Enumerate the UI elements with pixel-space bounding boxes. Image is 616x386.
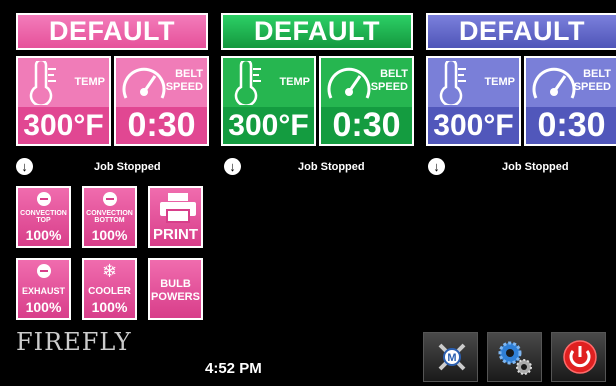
time-value: 0:30 (526, 106, 616, 144)
lane-3-title[interactable]: DEFAULT (426, 13, 616, 50)
belt-speed-label: BELT SPEED (573, 68, 611, 93)
firefly-logo: FIREFLY (16, 328, 132, 356)
cooler-value: 100% (91, 299, 128, 315)
lane-1-down-arrow-icon[interactable]: ↓ (16, 158, 33, 175)
lane-3-temp-tile[interactable]: TEMP 300°F (426, 56, 521, 146)
thermometer-icon (234, 61, 261, 105)
lane-1-temp-tile[interactable]: TEMP 300°F (16, 56, 111, 146)
lane-2-belt-tile[interactable]: BELT SPEED 0:30 (319, 56, 414, 146)
time-value: 0:30 (116, 106, 207, 144)
temp-value: 300°F (18, 107, 109, 144)
exhaust-button[interactable]: EXHAUST 100% (16, 258, 71, 320)
lane-2-status: Job Stopped (298, 161, 365, 173)
lane-1-belt-tile[interactable]: BELT SPEED 0:30 (114, 56, 209, 146)
print-button[interactable]: PRINT (148, 186, 203, 248)
convection-top-label: CONVECTION TOP (20, 210, 67, 224)
clock: 4:52 PM (205, 360, 262, 377)
lane-2-title[interactable]: DEFAULT (221, 13, 413, 50)
temp-value: 300°F (223, 107, 314, 144)
power-button[interactable] (551, 332, 606, 382)
minus-icon (102, 192, 117, 206)
printer-icon (160, 193, 196, 223)
cooler-label: COOLER (88, 286, 131, 297)
speedometer-icon (532, 67, 576, 99)
cooler-button[interactable]: ❄ COOLER 100% (82, 258, 137, 320)
lane-2-temp-tile[interactable]: TEMP 300°F (221, 56, 316, 146)
convection-top-button[interactable]: CONVECTION TOP 100% (16, 186, 71, 248)
temp-label: TEMP (74, 76, 105, 88)
thermometer-icon (439, 61, 466, 105)
lane-3-status: Job Stopped (502, 161, 569, 173)
service-button[interactable]: M (423, 332, 478, 382)
print-label: PRINT (153, 226, 198, 243)
speedometer-icon (122, 67, 166, 99)
lane-3-belt-tile[interactable]: BELT SPEED 0:30 (524, 56, 616, 146)
convection-bottom-label: CONVECTION BOTTOM (86, 210, 133, 224)
minus-icon (36, 264, 51, 278)
bulb-powers-label: BULB POWERS (151, 278, 200, 303)
gears-icon (498, 341, 532, 375)
convection-bottom-button[interactable]: CONVECTION BOTTOM 100% (82, 186, 137, 248)
minus-icon (36, 192, 51, 206)
temp-label: TEMP (484, 76, 515, 88)
power-icon (563, 340, 597, 374)
belt-speed-label: BELT SPEED (165, 68, 203, 93)
svg-text:M: M (447, 352, 456, 364)
exhaust-value: 100% (25, 299, 62, 315)
snowflake-icon: ❄ (101, 261, 118, 281)
time-value: 0:30 (321, 106, 412, 144)
lane-1-title[interactable]: DEFAULT (16, 13, 208, 50)
convection-top-value: 100% (25, 227, 62, 243)
belt-speed-label: BELT SPEED (370, 68, 408, 93)
convection-bottom-value: 100% (91, 227, 128, 243)
lane-1-status: Job Stopped (94, 161, 161, 173)
bulb-powers-button[interactable]: BULB POWERS (148, 258, 203, 320)
thermometer-icon (29, 61, 56, 105)
lane-3-down-arrow-icon[interactable]: ↓ (428, 158, 445, 175)
speedometer-icon (327, 67, 371, 99)
temp-value: 300°F (428, 107, 519, 144)
exhaust-label: EXHAUST (21, 286, 65, 296)
wrench-m-icon: M (438, 343, 466, 371)
temp-label: TEMP (279, 76, 310, 88)
settings-button[interactable] (487, 332, 542, 382)
lane-2-down-arrow-icon[interactable]: ↓ (224, 158, 241, 175)
